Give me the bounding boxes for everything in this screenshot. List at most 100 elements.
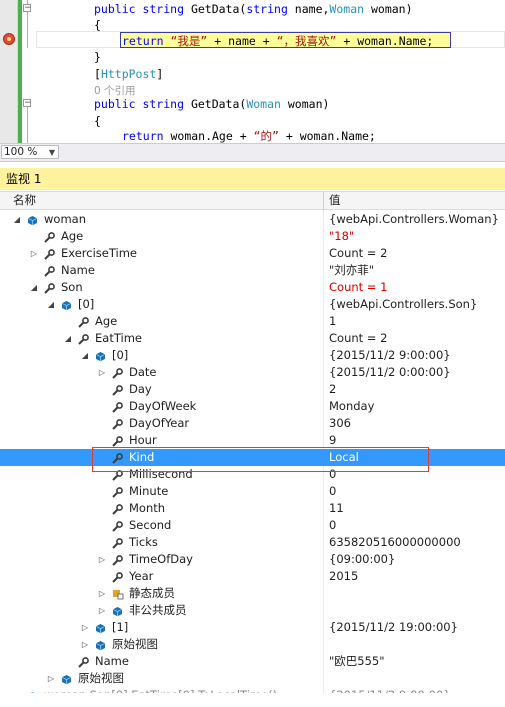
watch-row[interactable]: ◢ [0] {2015/11/2 9:00:00} — [0, 347, 505, 364]
watch-row[interactable]: Year 2015 — [0, 568, 505, 585]
watch-row[interactable]: ▷ 非公共成员 — [0, 602, 505, 619]
watch-item-value[interactable]: "欧巴555" — [329, 653, 385, 670]
watch-row[interactable]: DayOfWeek Monday — [0, 398, 505, 415]
watch-item-value[interactable]: 0 — [329, 483, 336, 500]
expand-arrow-icon[interactable]: ▷ — [97, 602, 107, 619]
watch-tree[interactable]: ◢ woman {webApi.Controllers.Woman} Age "18" ▷… — [0, 211, 505, 704]
watch-row[interactable]: Age 1 — [0, 313, 505, 330]
watch-column-header: 名称 值 — [0, 191, 505, 211]
collapse-arrow-icon[interactable]: ◢ — [29, 279, 39, 296]
code-token: Woman — [329, 2, 365, 16]
expand-arrow-icon[interactable]: ▷ — [97, 364, 107, 381]
expand-arrow-icon[interactable]: ▷ — [80, 619, 90, 636]
column-divider — [323, 296, 324, 313]
code-line[interactable]: public string GetData(string name,Woman … — [94, 1, 413, 18]
watch-item-value[interactable]: Monday — [329, 398, 374, 415]
watch-item-value[interactable]: {2015/11/2 0:00:00} — [329, 364, 451, 381]
watch-item-name: 原始视图 — [112, 637, 158, 651]
column-header-value[interactable]: 值 — [329, 192, 341, 209]
watch-item-value[interactable]: 9 — [329, 432, 336, 449]
watch-item-value[interactable]: "刘亦菲" — [329, 262, 374, 279]
watch-row[interactable]: Age "18" — [0, 228, 505, 245]
code-line[interactable]: public string GetData(Woman woman) — [94, 96, 329, 113]
code-line[interactable]: return “我是” + name + “，我喜欢” + woman.Name… — [122, 33, 433, 50]
expand-arrow-icon[interactable]: ▷ — [29, 245, 39, 262]
watch-row[interactable]: Ticks 635820516000000000 — [0, 534, 505, 551]
breakpoint-gutter[interactable] — [0, 0, 18, 143]
zoom-level-dropdown[interactable]: 100 % ▼ — [1, 145, 59, 159]
watch-item-value[interactable]: 11 — [329, 500, 344, 517]
watch-row[interactable]: ▷ [1] {2015/11/2 19:00:00} — [0, 619, 505, 636]
watch-row[interactable]: DayOfYear 306 — [0, 415, 505, 432]
column-splitter[interactable] — [323, 192, 324, 211]
watch-item-value[interactable]: 0 — [329, 466, 336, 483]
code-line[interactable]: { — [94, 17, 101, 34]
column-divider — [323, 551, 324, 568]
watch-item-value[interactable]: {2015/11/2 9:00:00} — [329, 347, 451, 364]
watch-row[interactable]: Name "欧巴555" — [0, 653, 505, 670]
watch-row[interactable]: Hour 9 — [0, 432, 505, 449]
horizontal-scrollbar[interactable] — [0, 693, 505, 706]
watch-row[interactable]: ◢ Son Count = 1 — [0, 279, 505, 296]
expand-arrow-icon[interactable]: ▷ — [97, 551, 107, 568]
watch-item-value[interactable]: Local — [329, 449, 359, 466]
code-line[interactable]: } — [94, 49, 101, 66]
watch-row[interactable]: Name "刘亦菲" — [0, 262, 505, 279]
watch-item-value[interactable]: Count = 2 — [329, 330, 387, 347]
collapse-arrow-icon[interactable]: ◢ — [46, 296, 56, 313]
watch-row[interactable]: ▷ 原始视图 — [0, 636, 505, 653]
code-line[interactable]: { — [94, 113, 101, 130]
watch-item-value[interactable]: 0 — [329, 517, 336, 534]
watch-item-name: woman — [44, 212, 86, 226]
expand-arrow-icon[interactable]: ▷ — [97, 585, 107, 602]
watch-row[interactable]: Second 0 — [0, 517, 505, 534]
watch-item-value[interactable]: {2015/11/2 19:00:00} — [329, 619, 458, 636]
watch-row[interactable]: ▷ 静态成员 — [0, 585, 505, 602]
column-header-name[interactable]: 名称 — [13, 192, 36, 209]
property-icon — [112, 452, 123, 464]
watch-row[interactable]: Day 2 — [0, 381, 505, 398]
watch-item-value[interactable]: 1 — [329, 313, 336, 330]
watch-item-value[interactable]: {09:00:00} — [329, 551, 395, 568]
property-icon — [44, 282, 55, 294]
watch-item-value[interactable]: Count = 1 — [329, 279, 387, 296]
watch-item-value[interactable]: {webApi.Controllers.Son} — [329, 296, 477, 313]
collapse-icon[interactable]: − — [23, 99, 32, 108]
watch-item-value[interactable]: 306 — [329, 415, 351, 432]
code-line[interactable]: return woman.Age + “的” + woman.Name; — [122, 128, 376, 143]
watch-row[interactable]: Kind Local — [0, 449, 505, 466]
watch-row[interactable]: Millisecond 0 — [0, 466, 505, 483]
watch-row[interactable]: ◢ EatTime Count = 2 — [0, 330, 505, 347]
watch-row[interactable]: ▷ Date {2015/11/2 0:00:00} — [0, 364, 505, 381]
collapse-arrow-icon[interactable]: ◢ — [12, 211, 22, 228]
code-token: } — [94, 50, 101, 64]
watch-row[interactable]: ▷ TimeOfDay {09:00:00} — [0, 551, 505, 568]
column-divider — [323, 602, 324, 619]
watch-item-name: Son — [61, 280, 83, 294]
watch-row[interactable]: Minute 0 — [0, 483, 505, 500]
watch-row[interactable]: ▷ ExerciseTime Count = 2 — [0, 245, 505, 262]
watch-item-value[interactable]: {webApi.Controllers.Woman} — [329, 211, 499, 228]
code-editor[interactable]: − − public string GetData(string name,Wo… — [0, 0, 505, 143]
watch-row[interactable]: ◢ [0] {webApi.Controllers.Son} — [0, 296, 505, 313]
collapse-arrow-icon[interactable]: ◢ — [63, 330, 73, 347]
change-tracking-bar — [18, 0, 22, 143]
collapse-arrow-icon[interactable]: ◢ — [80, 347, 90, 364]
watch-item-value[interactable]: 635820516000000000 — [329, 534, 461, 551]
watch-item-value[interactable]: 2015 — [329, 568, 358, 585]
expand-arrow-icon[interactable]: ▷ — [80, 636, 90, 653]
watch-window-title[interactable]: 监视 1 — [0, 168, 505, 190]
column-divider — [323, 636, 324, 653]
breakpoint-icon[interactable] — [3, 33, 15, 45]
watch-row[interactable]: ◢ woman {webApi.Controllers.Woman} — [0, 211, 505, 228]
code-line[interactable]: [HttpPost] — [94, 66, 163, 83]
watch-item-value[interactable]: Count = 2 — [329, 245, 387, 262]
watch-row[interactable]: ▷ 原始视图 — [0, 670, 505, 687]
watch-item-value[interactable]: "18" — [329, 228, 354, 245]
watch-row[interactable]: Month 11 — [0, 500, 505, 517]
expand-arrow-icon[interactable]: ▷ — [46, 670, 56, 687]
code-token: woman) — [364, 2, 413, 16]
collapse-icon[interactable]: − — [23, 4, 32, 13]
column-divider — [323, 432, 324, 449]
watch-item-value[interactable]: 2 — [329, 381, 336, 398]
